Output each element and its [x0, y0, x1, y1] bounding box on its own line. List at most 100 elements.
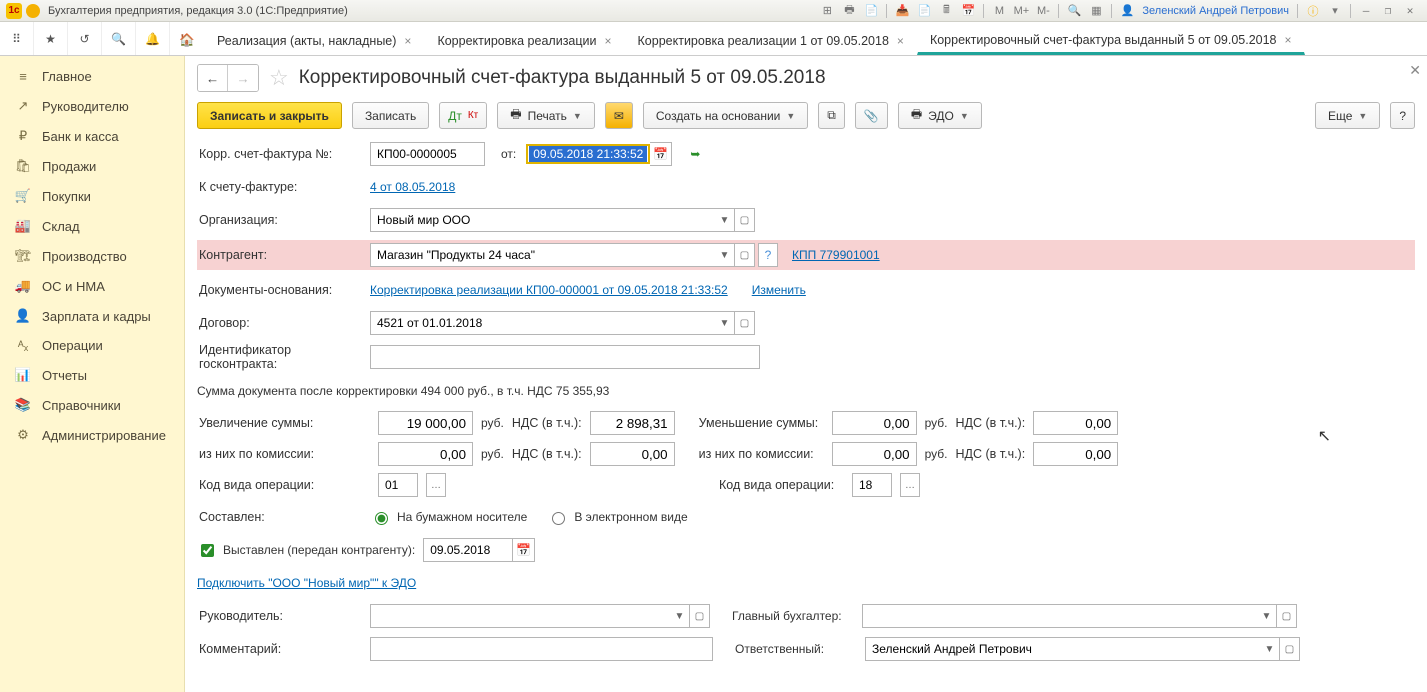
kpp-link[interactable]: КПП 779901001	[792, 248, 880, 262]
sidebar-item-reports[interactable]: 📊Отчеты	[0, 360, 184, 390]
calendar-button[interactable]: 📅	[650, 142, 672, 166]
mminus-icon[interactable]: M-	[1034, 2, 1052, 20]
close-icon[interactable]: ✕	[1401, 2, 1419, 20]
print-icon[interactable]: 🖶	[840, 2, 858, 20]
sidebar-item-main[interactable]: ≡Главное	[0, 62, 184, 91]
tab-close-icon[interactable]: ×	[897, 34, 904, 48]
calendar-button[interactable]: 📅	[513, 538, 535, 562]
inc-nds-input[interactable]	[590, 411, 675, 435]
info-dd-icon[interactable]: ▾	[1326, 2, 1344, 20]
radio-paper[interactable]: На бумажном носителе	[370, 509, 527, 525]
minimize-icon[interactable]: —	[1357, 2, 1375, 20]
apps-icon[interactable]: ⠿	[0, 22, 34, 55]
mail-button[interactable]: ✉	[605, 102, 633, 129]
goscontract-input[interactable]	[370, 345, 760, 369]
doc-close-icon[interactable]: ✕	[1409, 62, 1421, 79]
tab-0[interactable]: Реализация (акты, накладные)×	[204, 27, 424, 55]
sidebar-item-bank[interactable]: ₽Банк и касса	[0, 121, 184, 151]
tab-home[interactable]: 🏠	[170, 27, 204, 55]
basis-link[interactable]: Корректировка реализации КП00-000001 от …	[370, 283, 728, 297]
tab-close-icon[interactable]: ×	[1285, 33, 1292, 47]
sidebar-item-warehouse[interactable]: 🏭Склад	[0, 211, 184, 241]
sidebar-item-sales[interactable]: 🛍Продажи	[0, 151, 184, 181]
sidebar-item-ops[interactable]: ᴬₓОперации	[0, 331, 184, 360]
to-invoice-link[interactable]: 4 от 08.05.2018	[370, 180, 455, 194]
app-dropdown-icon[interactable]	[26, 4, 40, 18]
posted-icon[interactable]: ➥	[690, 147, 700, 161]
search-icon[interactable]: 🔍	[102, 22, 136, 55]
tab-1[interactable]: Корректировка реализации×	[424, 27, 624, 55]
contract-input[interactable]	[370, 311, 715, 335]
help-button[interactable]: ?	[1390, 102, 1415, 129]
comm-nds-input2[interactable]	[1033, 442, 1118, 466]
m-icon[interactable]: M	[990, 2, 1008, 20]
tab-3[interactable]: Корректировочный счет-фактура выданный 5…	[917, 27, 1305, 55]
ellipsis-icon[interactable]: …	[900, 473, 920, 497]
tab-close-icon[interactable]: ×	[605, 34, 612, 48]
accountant-input[interactable]	[862, 604, 1257, 628]
org-input[interactable]	[370, 208, 715, 232]
dropdown-icon[interactable]: ▼	[715, 311, 735, 335]
dropdown-icon[interactable]: ▼	[715, 243, 735, 267]
dec-nds-input[interactable]	[1033, 411, 1118, 435]
sidebar-item-production[interactable]: 🏗Производство	[0, 241, 184, 271]
dropdown-icon[interactable]: ▼	[1260, 637, 1280, 661]
edo-button[interactable]: 🖶ЭДО▼	[898, 102, 982, 129]
tb-icon-1[interactable]: ⊞	[818, 2, 836, 20]
info-icon[interactable]: ⓘ	[1304, 2, 1322, 20]
sidebar-item-manager[interactable]: ↗Руководителю	[0, 91, 184, 121]
open-icon[interactable]: ▢	[1277, 604, 1297, 628]
sidebar-item-admin[interactable]: ⚙Администрирование	[0, 420, 184, 450]
print-button[interactable]: 🖶Печать▼	[497, 102, 595, 129]
more-button[interactable]: Еще▼	[1315, 102, 1380, 129]
open-icon[interactable]: ▢	[735, 208, 755, 232]
fav-icon[interactable]: ★	[34, 22, 68, 55]
sidebar-item-hr[interactable]: 👤Зарплата и кадры	[0, 301, 184, 331]
edo-link[interactable]: Подключить "ООО "Новый мир"" к ЭДО	[197, 576, 416, 590]
tb-icon-4[interactable]: 📥	[893, 2, 911, 20]
zoom-icon[interactable]: 🔍	[1065, 2, 1083, 20]
change-link[interactable]: Изменить	[752, 283, 806, 297]
number-input[interactable]	[370, 142, 485, 166]
doc-icon[interactable]: 📄	[862, 2, 880, 20]
comm-input2[interactable]	[832, 442, 917, 466]
code1-input[interactable]	[378, 473, 418, 497]
save-close-button[interactable]: Записать и закрыть	[197, 102, 342, 129]
save-button[interactable]: Записать	[352, 102, 429, 129]
tab-close-icon[interactable]: ×	[404, 34, 411, 48]
mplus-icon[interactable]: M+	[1012, 2, 1030, 20]
issued-date-input[interactable]	[423, 538, 513, 562]
ellipsis-icon[interactable]: …	[426, 473, 446, 497]
sidebar-item-os-nma[interactable]: 🚚ОС и НМА	[0, 271, 184, 301]
tb-icon-misc[interactable]: ▦	[1087, 2, 1105, 20]
comm-nds-input[interactable]	[590, 442, 675, 466]
sidebar-item-purchases[interactable]: 🛒Покупки	[0, 181, 184, 211]
open-icon[interactable]: ▢	[1280, 637, 1300, 661]
radio-electronic[interactable]: В электронном виде	[547, 509, 687, 525]
favorite-icon[interactable]: ☆	[269, 65, 289, 91]
tab-2[interactable]: Корректировка реализации 1 от 09.05.2018…	[625, 27, 917, 55]
open-icon[interactable]: ▢	[690, 604, 710, 628]
date-input[interactable]: 09.05.2018 21:33:52	[529, 146, 647, 162]
forward-button[interactable]: →	[228, 65, 258, 91]
restore-icon[interactable]: ❐	[1379, 2, 1397, 20]
code2-input[interactable]	[852, 473, 892, 497]
create-based-button[interactable]: Создать на основании▼	[643, 102, 808, 129]
calc-icon[interactable]: 🖩	[937, 2, 955, 20]
dropdown-icon[interactable]: ▼	[715, 208, 735, 232]
dec-input[interactable]	[832, 411, 917, 435]
inc-input[interactable]	[378, 411, 473, 435]
director-input[interactable]	[370, 604, 670, 628]
tb-icon-5[interactable]: 📄	[915, 2, 933, 20]
open-icon[interactable]: ▢	[735, 311, 755, 335]
comm-input[interactable]	[378, 442, 473, 466]
bell-icon[interactable]: 🔔	[136, 22, 170, 55]
comment-input[interactable]	[370, 637, 713, 661]
dropdown-icon[interactable]: ▼	[1257, 604, 1277, 628]
sidebar-item-reference[interactable]: 📚Справочники	[0, 390, 184, 420]
related-button[interactable]: ⧉	[818, 102, 845, 129]
responsible-input[interactable]	[865, 637, 1260, 661]
attach-button[interactable]: 📎	[855, 102, 888, 129]
history-icon[interactable]: ↺	[68, 22, 102, 55]
dropdown-icon[interactable]: ▼	[670, 604, 690, 628]
